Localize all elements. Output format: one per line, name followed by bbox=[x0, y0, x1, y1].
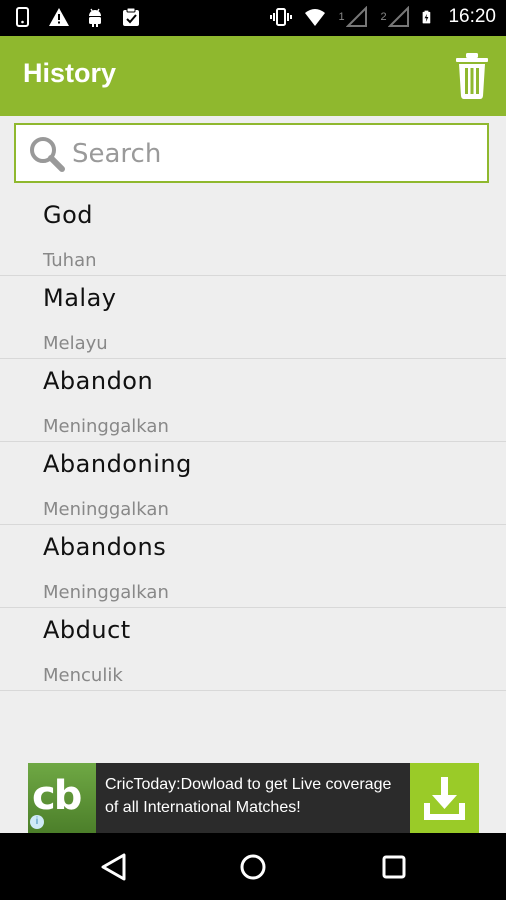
signal-sim2: 2 bbox=[380, 6, 410, 28]
app-bar: History bbox=[0, 36, 506, 116]
history-word: Abandoning bbox=[43, 450, 192, 478]
list-item[interactable]: Abandoning Meninggalkan bbox=[0, 442, 506, 525]
status-bar: 1 2 16:20 bbox=[0, 0, 506, 36]
history-meaning: Tuhan bbox=[43, 250, 97, 271]
history-word: Abduct bbox=[43, 616, 131, 644]
android-icon bbox=[89, 8, 101, 27]
wifi-icon bbox=[305, 9, 326, 26]
history-meaning: Melayu bbox=[43, 333, 108, 354]
vibrate-icon bbox=[270, 8, 293, 26]
list-item[interactable]: Abandon Meninggalkan bbox=[0, 359, 506, 442]
history-word: Abandons bbox=[43, 533, 167, 561]
list-item[interactable]: God Tuhan bbox=[0, 193, 506, 276]
search-box bbox=[14, 123, 489, 183]
ad-banner[interactable]: cb i CricToday:Dowload to get Live cover… bbox=[28, 763, 479, 833]
list-item[interactable]: Abduct Menculik bbox=[0, 608, 506, 691]
phone-icon bbox=[16, 7, 29, 27]
signal-icon bbox=[346, 6, 368, 27]
history-word: God bbox=[43, 201, 94, 229]
list-item[interactable]: Abandons Meninggalkan bbox=[0, 525, 506, 608]
history-meaning: Menculik bbox=[43, 665, 123, 686]
list-item[interactable]: Malay Melayu bbox=[0, 276, 506, 359]
history-meaning: Meninggalkan bbox=[43, 499, 169, 520]
clock: 16:20 bbox=[448, 6, 496, 27]
warning-icon bbox=[49, 8, 69, 26]
trash-icon[interactable] bbox=[454, 50, 490, 100]
battery-icon bbox=[423, 10, 431, 24]
recents-icon[interactable] bbox=[378, 851, 410, 883]
ad-logo: cb i bbox=[28, 763, 96, 833]
history-meaning: Meninggalkan bbox=[43, 416, 169, 437]
ad-text: CricToday:Dowload to get Live coverage o… bbox=[105, 776, 392, 816]
history-meaning: Meninggalkan bbox=[43, 582, 169, 603]
search-icon bbox=[30, 137, 65, 172]
ad-download-button[interactable] bbox=[410, 763, 479, 833]
search-input[interactable] bbox=[70, 133, 474, 175]
page-title: History bbox=[23, 58, 117, 88]
signal-sim1: 1 bbox=[338, 6, 368, 28]
signal-icon bbox=[388, 6, 410, 27]
history-list: God Tuhan Malay Melayu Abandon Meninggal… bbox=[0, 193, 506, 691]
back-icon[interactable] bbox=[98, 851, 130, 883]
navigation-bar bbox=[0, 833, 506, 900]
history-word: Malay bbox=[43, 284, 117, 312]
download-icon bbox=[424, 777, 465, 820]
history-word: Abandon bbox=[43, 367, 154, 395]
home-icon[interactable] bbox=[237, 851, 269, 883]
clipboard-icon bbox=[123, 7, 139, 26]
ad-info-icon[interactable]: i bbox=[30, 815, 44, 829]
